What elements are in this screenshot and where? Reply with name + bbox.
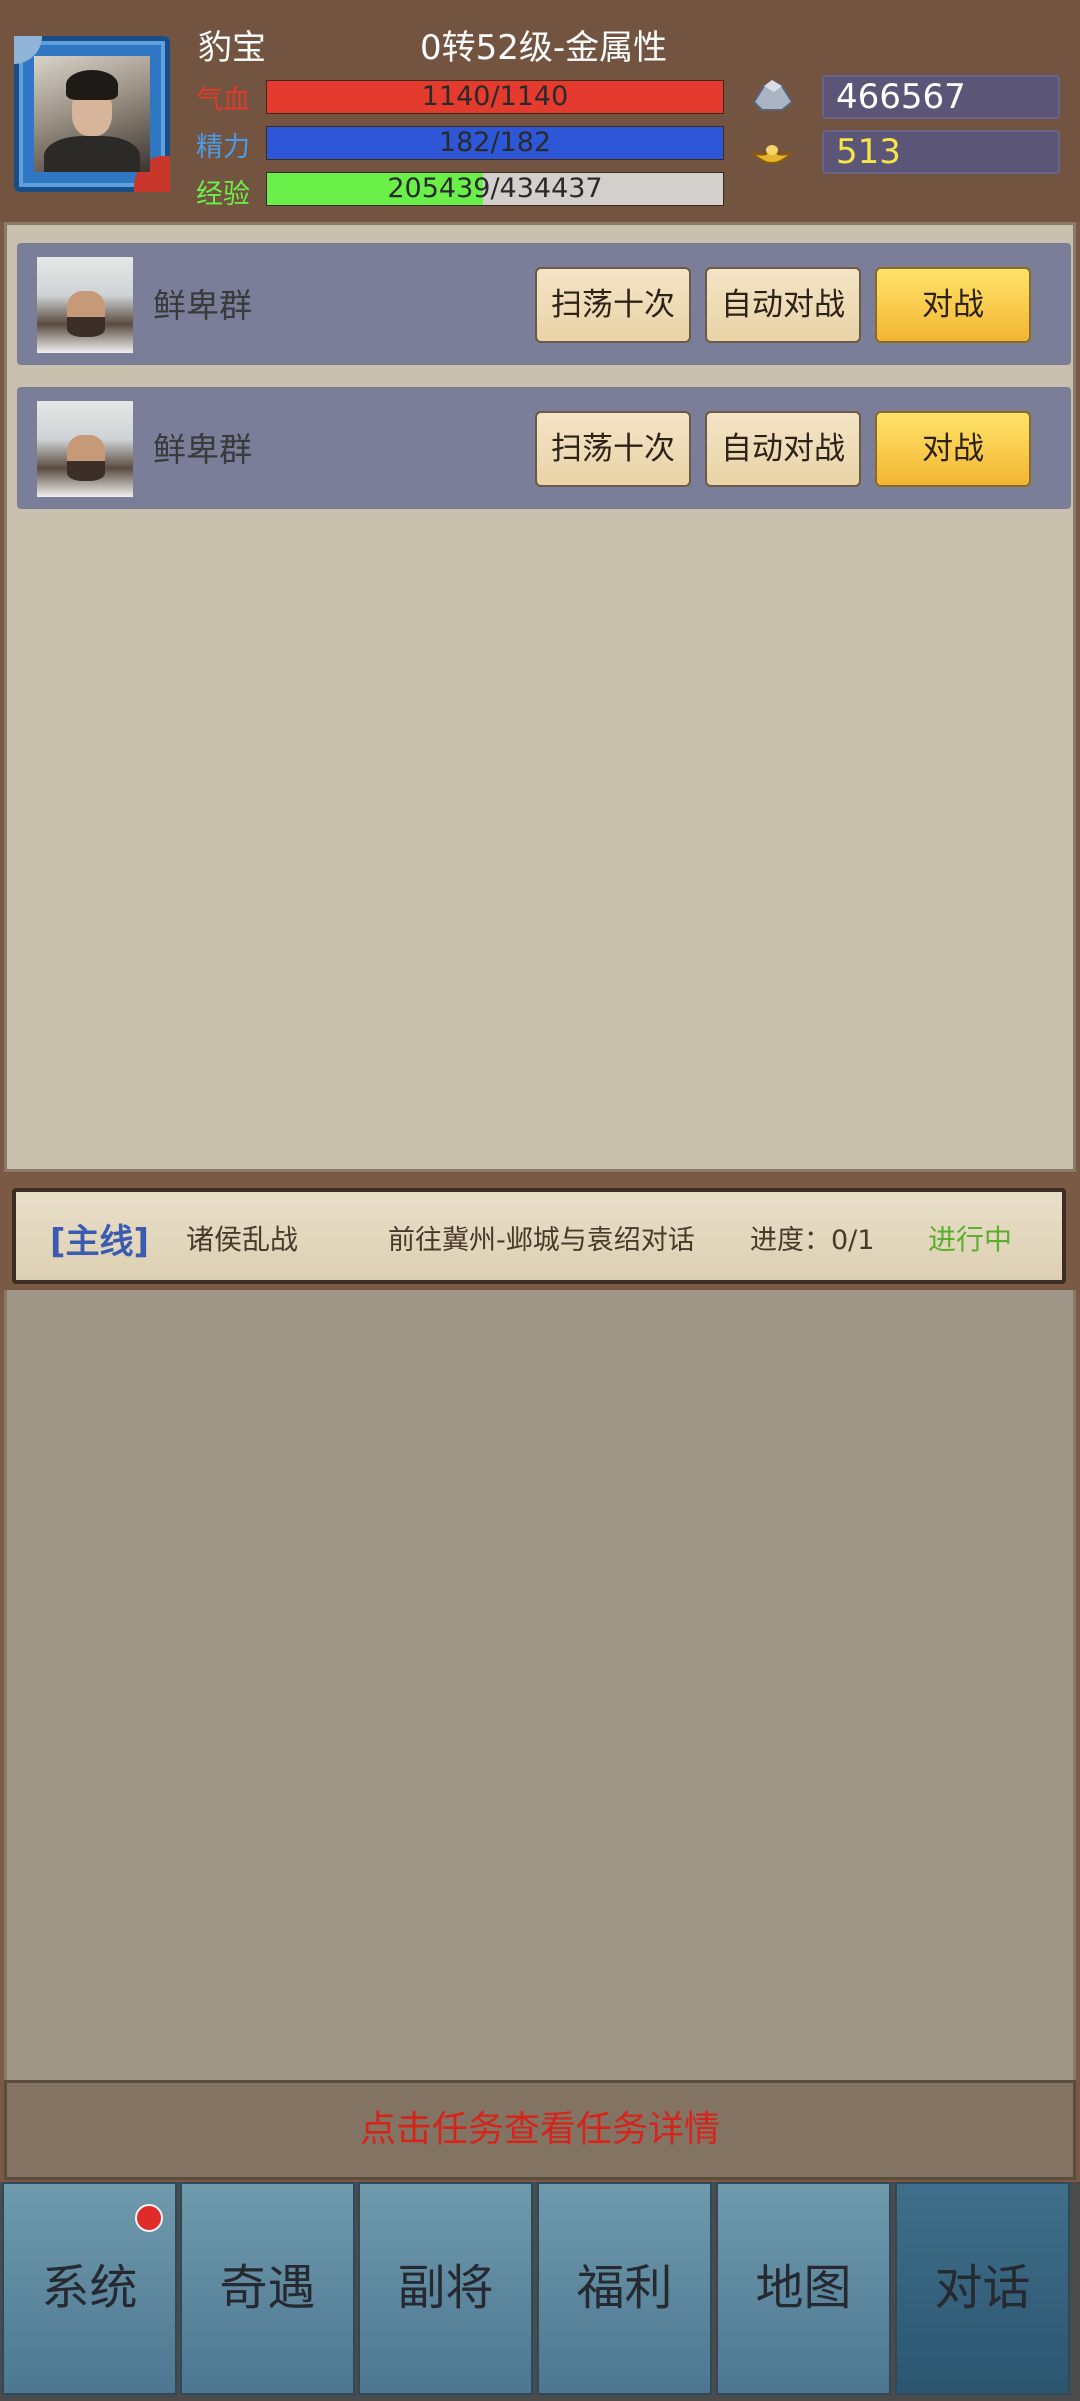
enemy-portrait [37,257,133,353]
enemy-name: 鲜卑群 [153,430,252,469]
enemy-portrait [37,401,133,497]
hp-text: 1140/1140 [421,81,569,112]
hp-bar: 1140/1140 [266,80,724,114]
nav-lieutenant[interactable]: 副将 [358,2182,533,2395]
player-avatar[interactable] [14,36,170,192]
player-name: 豹宝 [198,28,266,68]
nav-label: 地图 [755,2260,852,2316]
energy-bar: 182/182 [266,126,724,160]
auto-battle-button[interactable]: 自动对战 [705,411,861,487]
enemy-name: 鲜卑群 [153,286,252,325]
battle-panel: 鲜卑群 扫荡十次 自动对战 对战 鲜卑群 扫荡十次 自动对战 对战 [4,222,1076,1172]
quest-tag: [主线] [50,1222,150,1262]
nav-dialogue[interactable]: 对话 [895,2182,1070,2395]
nav-system[interactable]: 系统 [2,2182,177,2395]
hp-label: 气血 [196,85,250,116]
fight-button[interactable]: 对战 [875,267,1031,343]
nav-label: 副将 [397,2260,494,2316]
quest-title: 诸侯乱战 [186,1223,299,1256]
quest-list-area [4,1290,1076,2080]
quest-hint: 点击任务查看任务详情 [4,2080,1076,2180]
quest-description: 前往冀州-邺城与袁绍对话 [388,1225,695,1256]
player-header: 豹宝 0转52级-金属性 气血 1140/1140 精力 182/182 经验 … [0,0,1080,222]
nav-label: 对话 [934,2260,1031,2316]
auto-battle-button[interactable]: 自动对战 [705,267,861,343]
nav-map[interactable]: 地图 [716,2182,891,2395]
enemy-row: 鲜卑群 扫荡十次 自动对战 对战 [17,243,1071,365]
quest-status: 进行中 [928,1223,1013,1256]
sweep-ten-button[interactable]: 扫荡十次 [535,411,691,487]
energy-label: 精力 [196,132,250,163]
nav-label: 奇遇 [219,2260,316,2316]
sweep-ten-button[interactable]: 扫荡十次 [535,267,691,343]
gold-amount: 513 [822,130,1060,174]
player-level: 0转52级-金属性 [420,28,668,68]
quest-progress: 进度：0/1 [750,1225,875,1256]
nav-adventure[interactable]: 奇遇 [180,2182,355,2395]
gold-ingot-icon [751,145,793,164]
enemy-row: 鲜卑群 扫荡十次 自动对战 对战 [17,387,1071,509]
notification-dot [135,2204,163,2232]
silver-ingot-icon [752,80,794,111]
nav-label: 系统 [41,2260,138,2316]
exp-bar: 205439/434437 [266,172,724,206]
main-quest-bar[interactable]: [主线] 诸侯乱战 前往冀州-邺城与袁绍对话 进度：0/1 进行中 [12,1188,1066,1284]
nav-label: 福利 [576,2260,673,2316]
energy-text: 182/182 [438,127,552,158]
bottom-nav: 系统 奇遇 副将 福利 地图 对话 [0,2182,1080,2401]
silver-amount: 466567 [822,75,1060,119]
nav-welfare[interactable]: 福利 [537,2182,712,2395]
exp-label: 经验 [196,179,250,210]
exp-text: 205439/434437 [387,173,603,204]
fight-button[interactable]: 对战 [875,411,1031,487]
